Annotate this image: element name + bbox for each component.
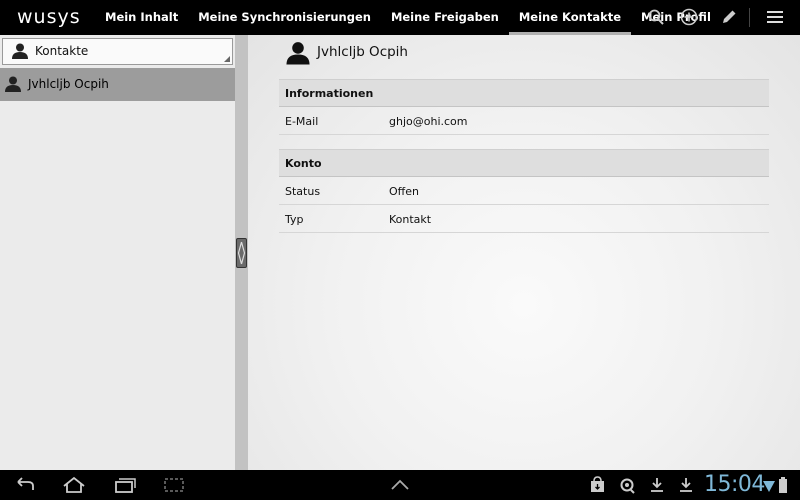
spinner-label: Kontakte (35, 44, 89, 58)
info-section: Informationen E-Mail ghjo@ohi.com (279, 79, 769, 135)
tab-meine-freigaben[interactable]: Meine Freigaben (381, 0, 509, 35)
person-icon (5, 76, 21, 92)
store-icon (591, 476, 604, 492)
overflow-menu-icon[interactable] (766, 8, 784, 26)
section-header: Informationen (279, 79, 769, 107)
row-key: Status (285, 185, 321, 198)
up-arrow-icon[interactable] (388, 476, 412, 494)
row-key: Typ (285, 213, 304, 226)
contact-name: Jvhlcljb Ocpih (28, 77, 109, 91)
back-icon[interactable] (13, 476, 37, 494)
spinner-corner-indicator (224, 56, 230, 62)
nav-tabs: Mein Inhalt Meine Synchronisierungen Mei… (95, 0, 721, 35)
recent-apps-icon[interactable] (113, 476, 137, 494)
download-icon (651, 478, 663, 492)
action-bar: wusys Mein Inhalt Meine Synchronisierung… (0, 0, 800, 35)
detail-row: E-Mail ghjo@ohi.com (279, 107, 769, 135)
contacts-filter-spinner[interactable]: Kontakte (2, 38, 233, 65)
download-icon (680, 478, 692, 492)
pane-divider (235, 35, 248, 470)
detail-row: Typ Kontakt (279, 205, 769, 233)
contact-title: Jvhlcljb Ocpih (317, 44, 408, 60)
tab-mein-inhalt[interactable]: Mein Inhalt (95, 0, 188, 35)
edit-icon[interactable] (720, 8, 738, 26)
person-icon (12, 43, 28, 59)
tab-mein-profil[interactable]: Mein Profil (631, 0, 721, 35)
app-logo: wusys (17, 6, 81, 28)
row-value: Kontakt (389, 213, 432, 226)
system-bar: 15:04 (0, 470, 800, 500)
tab-meine-kontakte[interactable]: Meine Kontakte (508, 0, 632, 35)
action-separator (749, 8, 750, 27)
list-item[interactable]: Jvhlcljb Ocpih (0, 68, 235, 101)
clock: 15:04 (704, 472, 765, 497)
section-header: Konto (279, 149, 769, 177)
add-icon[interactable] (680, 8, 698, 26)
contact-list-panel: Kontakte Jvhlcljb Ocpih (0, 35, 235, 470)
drag-handle-icon (237, 241, 246, 265)
wifi-icon (763, 481, 775, 492)
person-icon (286, 42, 310, 65)
account-section: Konto Status Offen Typ Kontakt (279, 149, 769, 233)
row-value: Offen (389, 185, 419, 198)
contact-detail-panel: Jvhlcljb Ocpih Informationen E-Mail ghjo… (248, 35, 800, 470)
row-key: E-Mail (285, 115, 319, 128)
detail-row: Status Offen (279, 177, 769, 205)
battery-icon (779, 477, 787, 493)
search-icon[interactable] (647, 8, 665, 26)
home-icon[interactable] (62, 476, 86, 494)
row-value: ghjo@ohi.com (389, 115, 468, 128)
sync-icon (620, 478, 635, 494)
drag-handle[interactable] (236, 238, 247, 268)
tab-meine-synchronisierungen[interactable]: Meine Synchronisierungen (188, 0, 381, 35)
screenshot-icon[interactable] (162, 476, 186, 494)
